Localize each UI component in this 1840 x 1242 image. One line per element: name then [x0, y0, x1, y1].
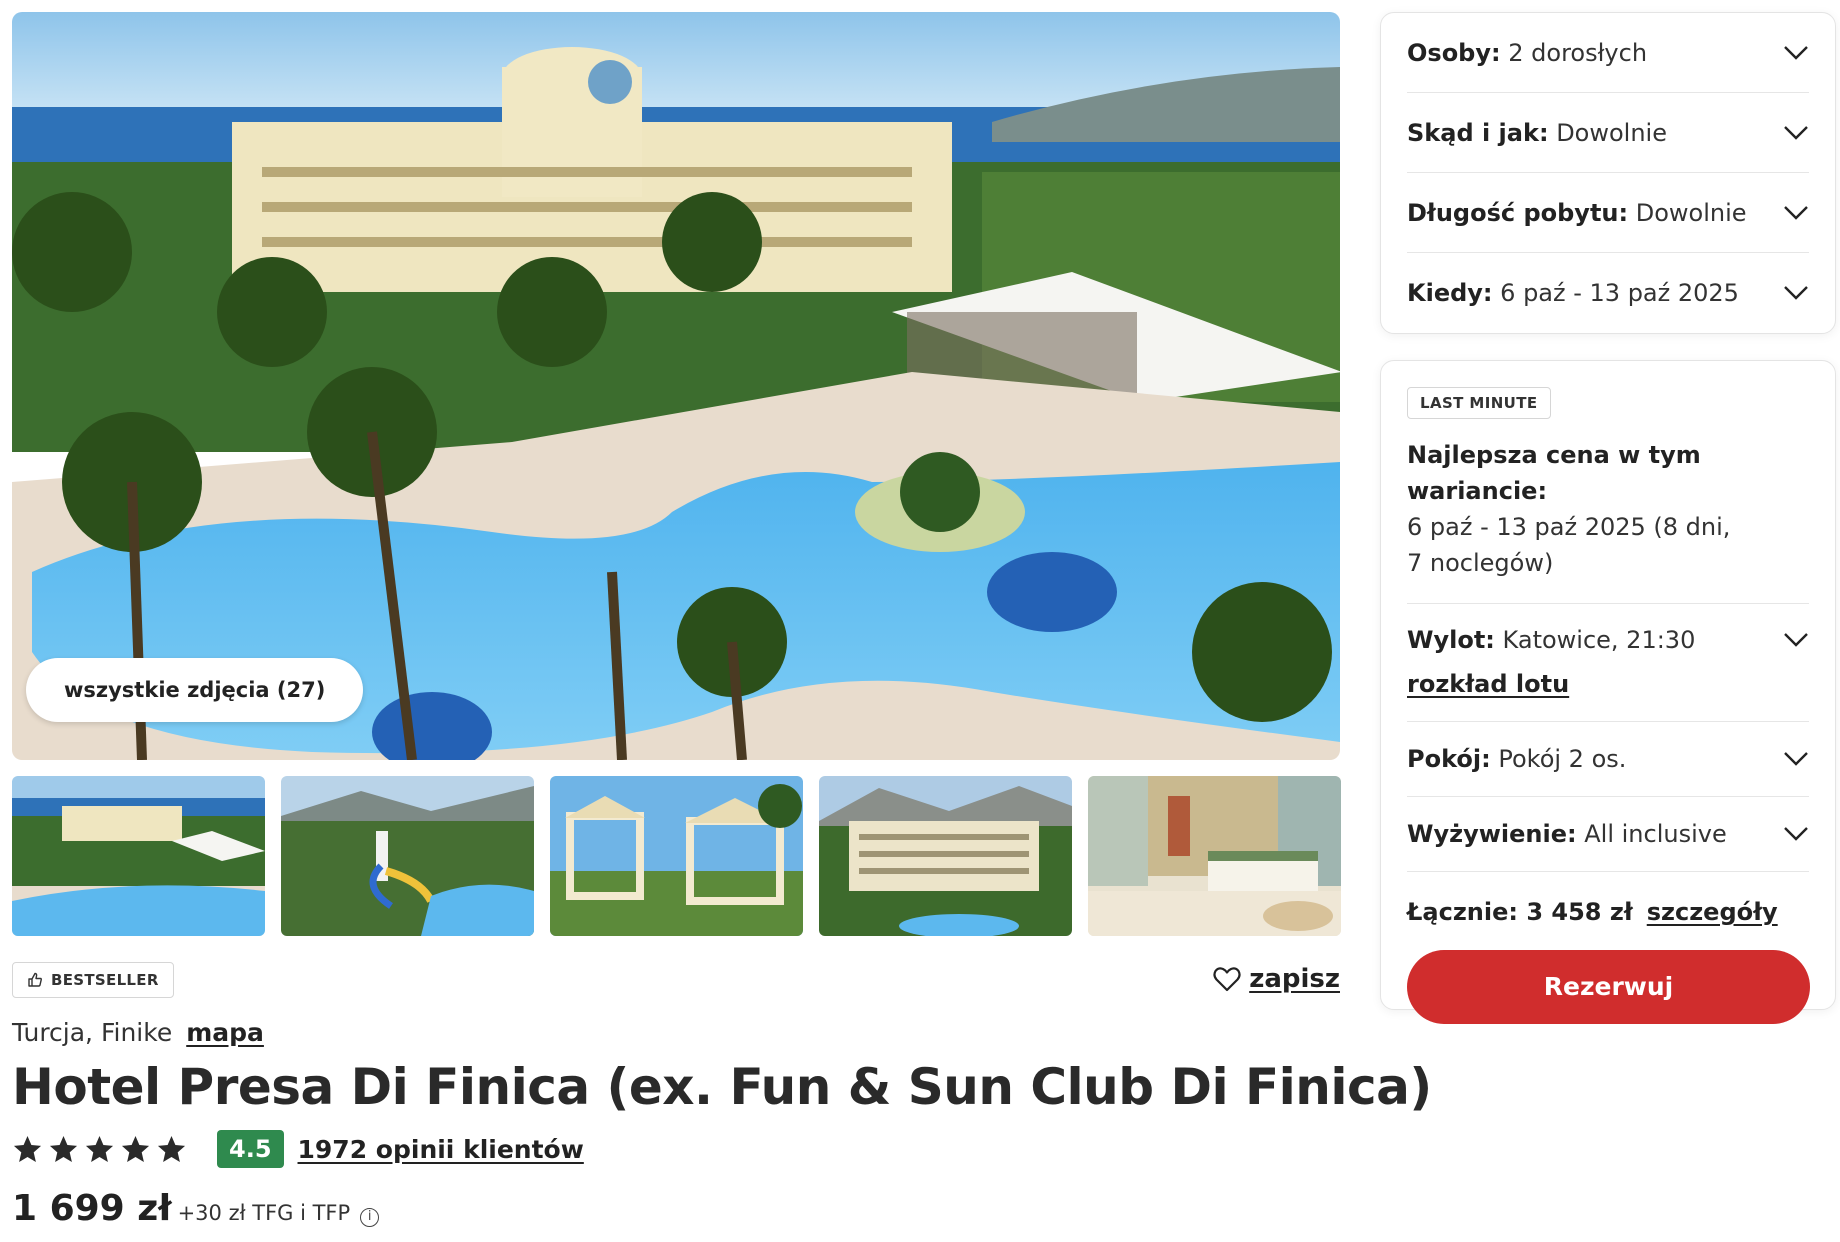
filter-label: Osoby:	[1407, 38, 1501, 67]
bestseller-label: BESTSELLER	[51, 971, 159, 989]
flight-value: Katowice, 21:30	[1502, 626, 1696, 654]
best-price-title: Najlepsza cena w tym wariancie:	[1407, 441, 1701, 505]
filter-duration[interactable]: Długość pobytu: Dowolnie	[1407, 173, 1809, 253]
filter-value: 6 paź - 13 paź 2025	[1500, 279, 1739, 307]
save-button[interactable]: zapisz	[1213, 964, 1340, 994]
rating-row: 4.5 1972 opinii klientów	[12, 1130, 584, 1168]
thumbnail-image	[281, 776, 534, 936]
filter-label: Długość pobytu:	[1407, 198, 1629, 227]
thumbnail-image	[550, 776, 803, 936]
filter-label: Skąd i jak:	[1407, 118, 1549, 147]
thumbnail-image	[12, 776, 265, 936]
info-icon[interactable]: i	[360, 1208, 380, 1227]
chevron-down-icon	[1784, 125, 1808, 140]
last-minute-badge: LAST MINUTE	[1407, 387, 1551, 419]
thumbnail-3[interactable]	[550, 776, 803, 936]
chevron-down-icon	[1784, 752, 1808, 766]
chevron-down-icon	[1784, 45, 1808, 60]
room-label: Pokój:	[1407, 745, 1491, 773]
filter-value: Dowolnie	[1556, 118, 1667, 147]
all-photos-button[interactable]: wszystkie zdjęcia (27)	[26, 658, 364, 722]
thumbnail-2[interactable]	[281, 776, 534, 936]
star-icon	[121, 1135, 150, 1162]
hotel-pool-image	[12, 12, 1340, 760]
chevron-down-icon	[1784, 205, 1808, 220]
price-from: 1 699 zł	[12, 1188, 172, 1229]
map-link[interactable]: mapa	[186, 1018, 264, 1047]
board-label: Wyżywienie:	[1407, 820, 1577, 848]
main-hotel-photo[interactable]	[12, 12, 1340, 760]
flight-section[interactable]: Wylot: Katowice, 21:30 rozkład lotu	[1407, 604, 1809, 722]
thumbnail-image	[819, 776, 1072, 936]
photo-thumbnails	[12, 776, 1341, 936]
thumbnail-1[interactable]	[12, 776, 265, 936]
best-price-dates: 6 paź - 13 paź 2025 (8 dni, 7 noclegów)	[1407, 513, 1731, 577]
price-row: 1 699 zł +30 zł TFG i TFP i	[12, 1188, 380, 1229]
chevron-down-icon	[1784, 827, 1808, 841]
room-selector[interactable]: Pokój: Pokój 2 os.	[1407, 722, 1809, 797]
chevron-down-icon	[1784, 286, 1808, 300]
chevron-down-icon	[1784, 633, 1808, 647]
price-fees: +30 zł TFG i TFP	[177, 1201, 351, 1225]
hotel-name: Hotel Presa Di Finica (ex. Fun & Sun Clu…	[12, 1058, 1432, 1116]
thumbnail-4[interactable]	[819, 776, 1072, 936]
hotel-location: Turcja, Finike mapa	[12, 1018, 264, 1047]
star-icon	[49, 1135, 78, 1162]
book-button[interactable]: Rezerwuj	[1407, 950, 1810, 1024]
location-text: Turcja, Finike	[12, 1018, 173, 1047]
review-score-badge: 4.5	[217, 1130, 284, 1168]
filter-persons[interactable]: Osoby: 2 dorosłych	[1407, 13, 1809, 93]
filter-label: Kiedy:	[1407, 279, 1493, 307]
thumbnail-image	[1088, 776, 1341, 936]
thumbs-up-icon	[28, 972, 42, 987]
filter-value: Dowolnie	[1635, 198, 1747, 227]
heart-icon	[1213, 967, 1241, 992]
filter-dates[interactable]: Kiedy: 6 paź - 13 paź 2025	[1407, 253, 1809, 333]
board-selector[interactable]: Wyżywienie: All inclusive	[1407, 797, 1809, 872]
thumbnail-5[interactable]	[1088, 776, 1341, 936]
search-filters-panel: Osoby: 2 dorosłych Skąd i jak: Dowolnie …	[1380, 12, 1836, 334]
filter-departure[interactable]: Skąd i jak: Dowolnie	[1407, 93, 1809, 173]
filter-value: 2 dorosłych	[1508, 38, 1648, 67]
price-details-link[interactable]: szczegóły	[1647, 898, 1778, 926]
flight-label: Wylot:	[1407, 626, 1495, 654]
room-value: Pokój 2 os.	[1498, 745, 1627, 773]
board-value: All inclusive	[1584, 820, 1727, 848]
reviews-link[interactable]: 1972 opinii klientów	[298, 1135, 584, 1164]
total-label: Łącznie: 3 458 zł	[1407, 898, 1633, 926]
bestseller-badge: BESTSELLER	[12, 962, 174, 998]
offer-panel: LAST MINUTE Najlepsza cena w tym warianc…	[1380, 360, 1836, 1024]
star-icon	[157, 1135, 186, 1162]
star-icon	[13, 1135, 42, 1162]
save-label: zapisz	[1249, 964, 1340, 994]
total-price: Łącznie: 3 458 zł szczegóły	[1407, 898, 1809, 926]
hotel-stars	[12, 1134, 187, 1165]
star-icon	[85, 1135, 114, 1162]
flight-schedule-link[interactable]: rozkład lotu	[1407, 670, 1809, 698]
